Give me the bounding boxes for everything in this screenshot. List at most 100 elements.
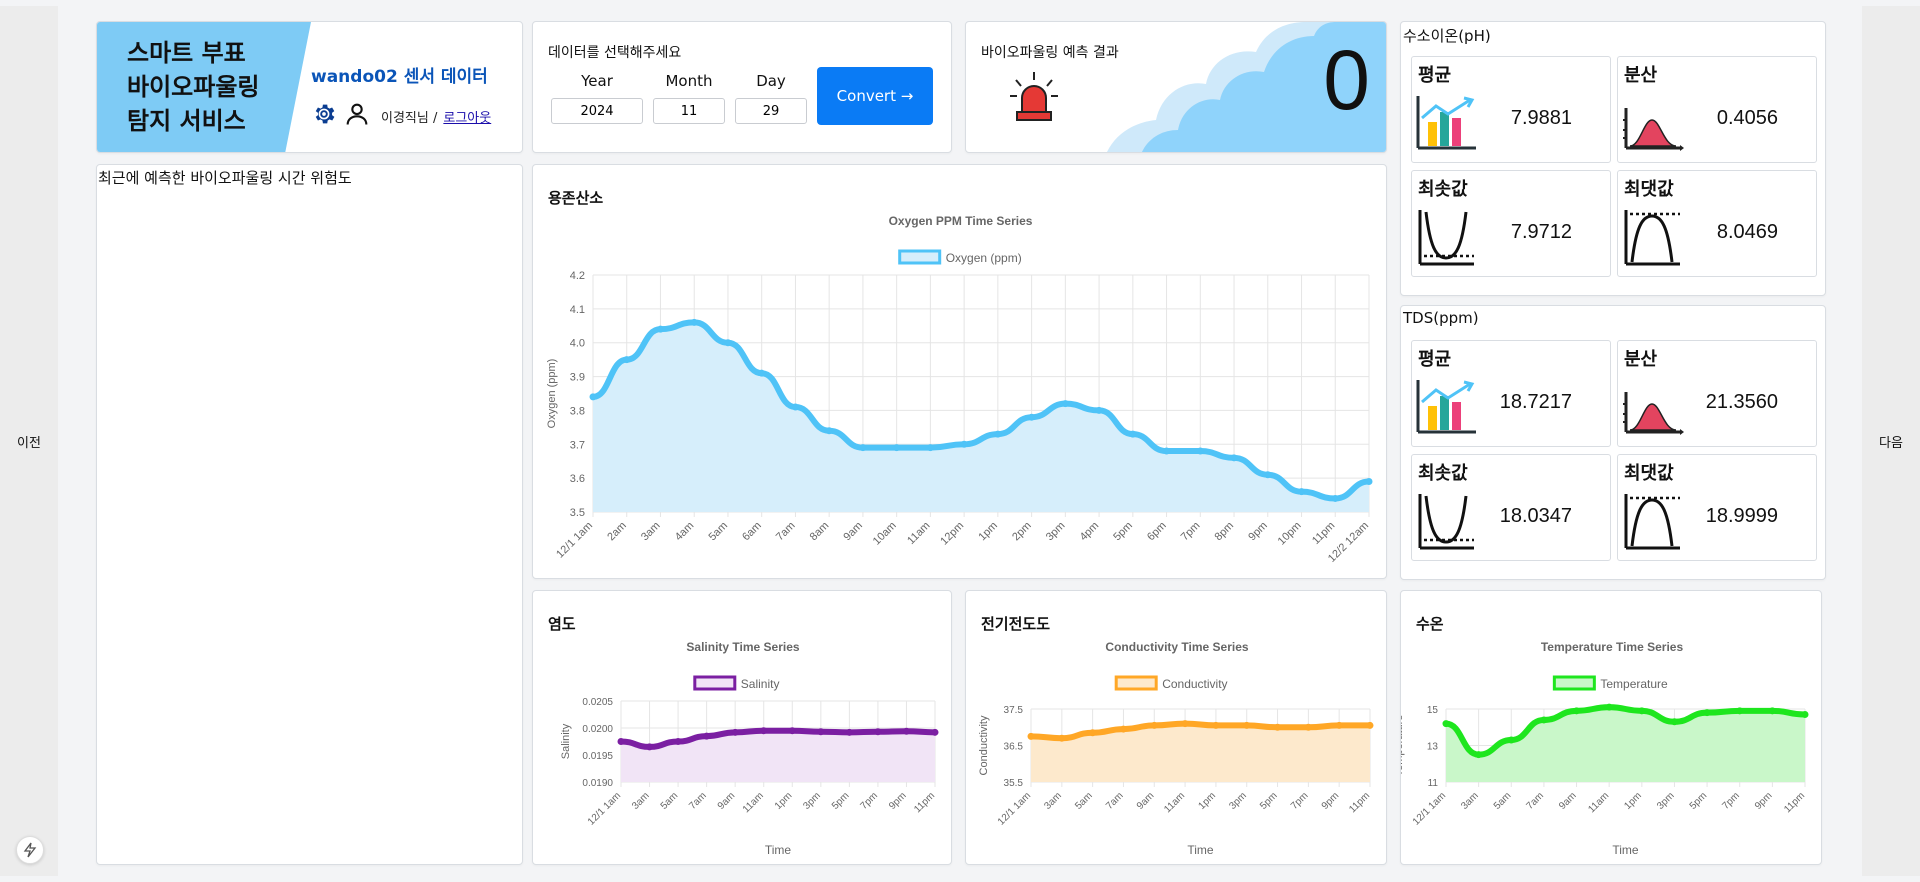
data-point[interactable] (1304, 723, 1312, 731)
year-input[interactable] (551, 98, 643, 124)
data-point[interactable] (646, 743, 654, 751)
data-point[interactable] (1163, 447, 1171, 455)
y-tick-label: 0.0205 (582, 697, 613, 708)
data-point[interactable] (1638, 707, 1646, 715)
data-point[interactable] (1089, 729, 1097, 737)
gear-icon[interactable] (311, 101, 337, 131)
data-point[interactable] (1212, 721, 1220, 729)
data-point[interactable] (1365, 478, 1373, 486)
data-point[interactable] (617, 738, 625, 745)
data-point[interactable] (1331, 494, 1339, 502)
x-tick-label: 3pm (1044, 520, 1068, 544)
data-point[interactable] (589, 393, 597, 401)
data-point[interactable] (1095, 406, 1103, 414)
data-point[interactable] (1768, 707, 1776, 715)
data-point[interactable] (845, 728, 853, 736)
data-point[interactable] (1243, 721, 1251, 729)
data-point[interactable] (874, 728, 882, 736)
x-tick-label: 6am (740, 520, 764, 544)
data-point[interactable] (1274, 723, 1282, 731)
x-tick-label: 2pm (1010, 520, 1034, 544)
x-axis-label: Time (1612, 843, 1639, 857)
legend-swatch[interactable] (1552, 675, 1596, 691)
month-input[interactable] (653, 98, 725, 124)
data-point[interactable] (1442, 720, 1450, 728)
year-label: Year (581, 72, 613, 90)
next-button[interactable]: 다음 (1862, 6, 1920, 876)
data-point[interactable] (1605, 703, 1613, 711)
data-point[interactable] (1573, 707, 1581, 715)
data-point[interactable] (1027, 732, 1035, 740)
y-tick-label: 35.5 (1004, 778, 1024, 789)
logout-link[interactable]: 로그아웃 (443, 107, 491, 126)
y-tick-label: 3.8 (570, 405, 585, 417)
data-point[interactable] (1703, 709, 1711, 717)
day-column: Day (735, 72, 807, 124)
data-point[interactable] (817, 728, 825, 736)
data-point[interactable] (1061, 400, 1069, 408)
data-point[interactable] (1264, 471, 1272, 479)
data-point[interactable] (926, 444, 934, 452)
x-tick-label: 2am (605, 520, 629, 544)
data-point[interactable] (1058, 734, 1066, 742)
data-point[interactable] (1670, 718, 1678, 726)
data-point[interactable] (931, 728, 939, 736)
data-point[interactable] (902, 727, 910, 735)
data-point[interactable] (656, 325, 664, 333)
data-point[interactable] (1801, 710, 1809, 718)
legend-label[interactable]: Temperature (1600, 677, 1668, 691)
data-point[interactable] (724, 339, 732, 347)
data-point[interactable] (1181, 720, 1189, 728)
data-point[interactable] (960, 440, 968, 448)
data-point[interactable] (1119, 725, 1127, 733)
conductivity-chart-card: 전기전도도 Conductivity Time Series Conductivi… (965, 590, 1387, 865)
data-point[interactable] (758, 369, 766, 377)
data-point[interactable] (1150, 721, 1158, 729)
bolt-icon[interactable] (16, 836, 44, 864)
data-point[interactable] (1230, 454, 1238, 462)
data-point[interactable] (1736, 707, 1744, 715)
day-label: Day (756, 72, 786, 90)
legend-swatch[interactable] (898, 249, 942, 265)
data-point[interactable] (731, 728, 739, 736)
convert-button[interactable]: Convert → (817, 67, 933, 125)
data-point[interactable] (1366, 721, 1374, 729)
stat-label: 평균 (1418, 65, 1452, 86)
day-input[interactable] (735, 98, 807, 124)
data-point[interactable] (703, 732, 711, 740)
service-title-line: 스마트 부표 (127, 39, 246, 67)
min-curve-icon (1418, 494, 1474, 550)
data-point[interactable] (788, 727, 796, 735)
data-point[interactable] (1540, 716, 1548, 724)
data-point[interactable] (1028, 413, 1036, 421)
data-point[interactable] (1475, 751, 1483, 759)
data-point[interactable] (760, 727, 768, 735)
x-tick-label: 11pm (1347, 790, 1372, 815)
legend-swatch[interactable] (1114, 675, 1158, 691)
x-tick-label: 7pm (1720, 790, 1742, 812)
legend-label[interactable]: Salinity (741, 677, 780, 691)
legend-swatch[interactable] (693, 675, 737, 691)
legend-label[interactable]: Conductivity (1162, 677, 1227, 691)
data-point[interactable] (623, 356, 631, 364)
data-point[interactable] (1335, 721, 1343, 729)
user-icon[interactable] (343, 100, 371, 132)
data-point[interactable] (1507, 736, 1515, 744)
data-point[interactable] (690, 318, 698, 326)
data-point[interactable] (1129, 430, 1137, 438)
prev-button[interactable]: 이전 (0, 6, 58, 876)
data-point[interactable] (893, 444, 901, 452)
service-title: 스마트 부표 바이오파울링 탐지 서비스 (127, 36, 259, 138)
x-tick-label: 9am (841, 520, 865, 544)
data-point[interactable] (1298, 488, 1306, 496)
data-point[interactable] (859, 444, 867, 452)
data-point[interactable] (674, 738, 682, 745)
data-point[interactable] (994, 430, 1002, 438)
y-tick-label: 13 (1427, 742, 1439, 753)
x-tick-label: 11pm (912, 790, 937, 815)
data-point[interactable] (1196, 447, 1204, 455)
data-point[interactable] (825, 427, 833, 435)
data-point[interactable] (791, 403, 799, 411)
x-tick-label: 5pm (1111, 520, 1135, 544)
legend-label[interactable]: Oxygen (ppm) (946, 251, 1022, 265)
